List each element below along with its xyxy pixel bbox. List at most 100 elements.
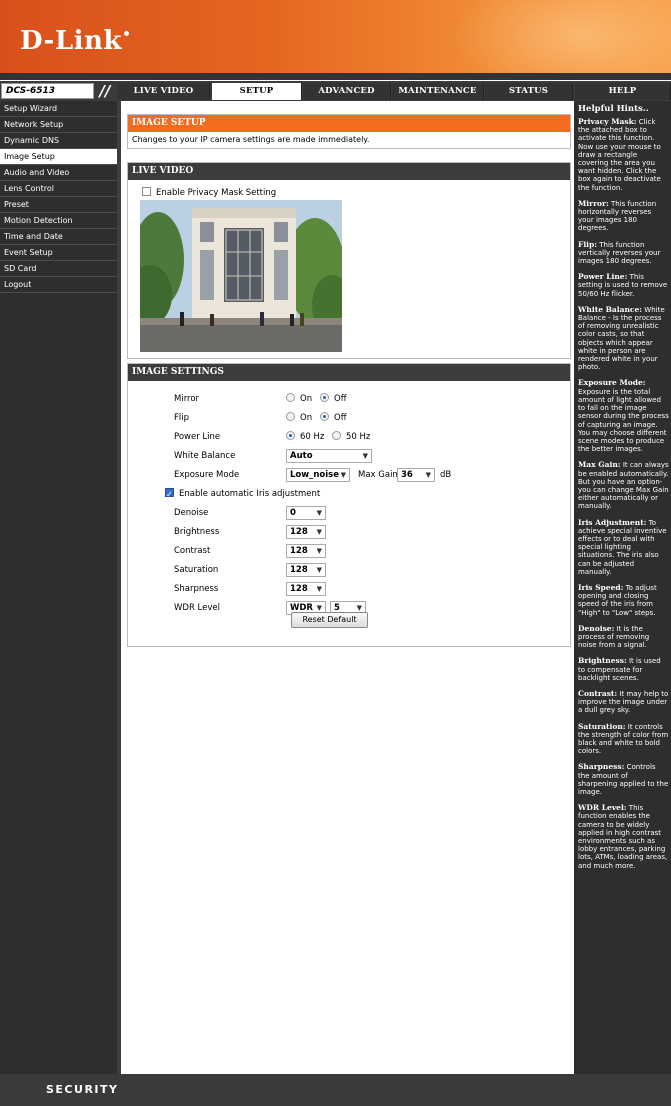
sidebar-item-event-setup[interactable]: Event Setup xyxy=(0,245,117,261)
tab-advanced[interactable]: ADVANCED xyxy=(303,83,391,100)
brightness-label: Brightness xyxy=(174,527,220,537)
hint-flip: Flip: This function vertically reverses … xyxy=(578,239,661,266)
iris-row[interactable]: Enable automatic Iris adjustment xyxy=(165,487,465,502)
top-nav: DCS-6513 // LIVE VIDEO SETUP ADVANCED MA… xyxy=(0,81,671,101)
hint-denoise: Denoise: It is the process of removing n… xyxy=(578,623,650,650)
image-setup-title: IMAGE SETUP xyxy=(128,115,570,132)
tab-status[interactable]: STATUS xyxy=(485,83,573,100)
white-balance-row: White Balance Auto ▼ xyxy=(174,449,474,464)
mirror-off-option[interactable]: Off xyxy=(320,392,347,407)
hint-white-balance: White Balance: White Balance - Is the pr… xyxy=(578,304,665,372)
hint-iris-speed: Iris Speed: To adjust opening and closin… xyxy=(578,582,657,617)
power-50hz-radio[interactable] xyxy=(332,431,341,440)
flip-off-option[interactable]: Off xyxy=(320,411,347,426)
hint-sharpness: Sharpness: Controls the amount of sharpe… xyxy=(578,762,669,797)
denoise-select[interactable]: 0 ▼ xyxy=(286,506,326,520)
sidebar-item-audio-video[interactable]: Audio and Video xyxy=(0,165,117,181)
live-video-feed[interactable] xyxy=(140,200,342,352)
hint-contrast: Contrast: It may help to improve the ima… xyxy=(578,688,669,715)
slash-divider-icon: // xyxy=(99,82,111,100)
power-line-row: Power Line 60 Hz 50 Hz xyxy=(174,430,474,445)
power-50hz-option[interactable]: 50 Hz xyxy=(332,430,370,445)
sidebar-item-image-setup[interactable]: Image Setup xyxy=(0,149,117,165)
iris-checkbox[interactable] xyxy=(165,487,174,502)
hint-wdr-level: WDR Level: This function enables the cam… xyxy=(578,803,668,870)
reset-default-button[interactable]: Reset Default xyxy=(291,612,368,628)
white-balance-select[interactable]: Auto ▼ xyxy=(286,449,372,463)
wdr-label: WDR Level xyxy=(174,603,220,613)
sidebar-item-time-date[interactable]: Time and Date xyxy=(0,229,117,245)
exposure-mode-value: Low_noise xyxy=(290,470,339,480)
mirror-off-label: Off xyxy=(334,394,347,404)
tab-maintenance[interactable]: MAINTENANCE xyxy=(392,83,484,100)
chevron-down-icon: ▼ xyxy=(316,585,322,593)
saturation-row: Saturation 128 ▼ xyxy=(174,563,474,578)
main-content: IMAGE SETUP Changes to your IP camera se… xyxy=(117,101,574,1074)
privacy-mask-checkbox[interactable] xyxy=(142,187,151,196)
logo-dot-icon xyxy=(123,31,129,36)
max-gain-select[interactable]: 36 ▼ xyxy=(397,468,435,482)
sidebar-item-dynamic-dns[interactable]: Dynamic DNS xyxy=(0,133,117,149)
mirror-on-option[interactable]: On xyxy=(286,392,312,407)
sidebar-item-logout[interactable]: Logout xyxy=(0,277,117,293)
power-60hz-option[interactable]: 60 Hz xyxy=(286,430,324,445)
contrast-select[interactable]: 128 ▼ xyxy=(286,544,326,558)
help-panel: Helpful Hints.. Privacy Mask: Click the … xyxy=(574,101,671,1074)
brightness-select[interactable]: 128 ▼ xyxy=(286,525,326,539)
flip-on-radio[interactable] xyxy=(286,412,295,421)
sidebar-item-sd-card[interactable]: SD Card xyxy=(0,261,117,277)
tab-help[interactable]: HELP xyxy=(575,83,671,100)
video-frame-image xyxy=(140,200,342,352)
settings-notice: Changes to your IP camera settings are m… xyxy=(132,135,370,144)
logo-text: D-Link xyxy=(20,26,122,56)
sharpness-select[interactable]: 128 ▼ xyxy=(286,582,326,596)
contrast-row: Contrast 128 ▼ xyxy=(174,544,474,559)
mirror-row: Mirror On Off xyxy=(174,392,474,407)
saturation-select[interactable]: 128 ▼ xyxy=(286,563,326,577)
exposure-mode-label: Exposure Mode xyxy=(174,470,240,480)
hint-brightness: Brightness: It is used to compensate for… xyxy=(578,656,661,682)
saturation-value: 128 xyxy=(290,565,308,575)
hint-mirror: Mirror: This function horizontally rever… xyxy=(578,198,657,233)
chevron-down-icon: ▼ xyxy=(362,452,368,460)
tab-live-video[interactable]: LIVE VIDEO xyxy=(118,83,210,100)
hint-power-line: Power Line: This setting is used to remo… xyxy=(578,272,668,298)
sidebar-item-motion-detection[interactable]: Motion Detection xyxy=(0,213,117,229)
flip-on-label: On xyxy=(300,413,313,423)
tab-setup[interactable]: SETUP xyxy=(212,83,302,100)
mirror-off-radio[interactable] xyxy=(320,393,329,402)
mirror-on-radio[interactable] xyxy=(286,393,295,402)
sharpness-value: 128 xyxy=(290,584,308,594)
brightness-value: 128 xyxy=(290,527,308,537)
flip-off-label: Off xyxy=(334,413,347,423)
contrast-label: Contrast xyxy=(174,546,211,556)
sidebar-item-setup-wizard[interactable]: Setup Wizard xyxy=(0,101,117,117)
hint-iris-adjustment: Iris Adjustment: To achieve special inve… xyxy=(578,517,667,576)
dlink-logo[interactable]: D-Link xyxy=(20,26,129,56)
chevron-down-icon: ▼ xyxy=(316,528,322,536)
image-setup-panel: IMAGE SETUP Changes to your IP camera se… xyxy=(127,114,571,149)
flip-on-option[interactable]: On xyxy=(286,411,312,426)
hint-saturation: Saturation: It controls the strength of … xyxy=(578,721,669,756)
exposure-mode-select[interactable]: Low_noise ▼ xyxy=(286,468,350,482)
flip-off-radio[interactable] xyxy=(320,412,329,421)
sidebar-item-lens-control[interactable]: Lens Control xyxy=(0,181,117,197)
sidebar-item-preset[interactable]: Preset xyxy=(0,197,117,213)
hint-max-gain: Max Gain: It can always be enabled autom… xyxy=(578,460,669,511)
sharpness-row: Sharpness 128 ▼ xyxy=(174,582,474,597)
max-gain-label: Max Gain xyxy=(358,470,398,480)
chevron-down-icon: ▼ xyxy=(425,471,431,479)
sidebar: Setup Wizard Network Setup Dynamic DNS I… xyxy=(0,101,117,1074)
sidebar-item-network-setup[interactable]: Network Setup xyxy=(0,117,117,133)
white-balance-label: White Balance xyxy=(174,451,236,461)
hint-privacy-mask: Privacy Mask: Click the attached box to … xyxy=(578,117,661,192)
image-settings-panel: IMAGE SETTINGS Mirror On Off Flip On Off… xyxy=(127,363,571,647)
brightness-row: Brightness 128 ▼ xyxy=(174,525,474,540)
power-60hz-label: 60 Hz xyxy=(300,432,325,442)
contrast-value: 128 xyxy=(290,546,308,556)
model-label: DCS-6513 xyxy=(1,83,94,99)
chevron-down-icon: ▼ xyxy=(316,509,322,517)
flip-row: Flip On Off xyxy=(174,411,474,426)
privacy-mask-row[interactable]: Enable Privacy Mask Setting xyxy=(142,187,276,198)
power-60hz-radio[interactable] xyxy=(286,431,295,440)
